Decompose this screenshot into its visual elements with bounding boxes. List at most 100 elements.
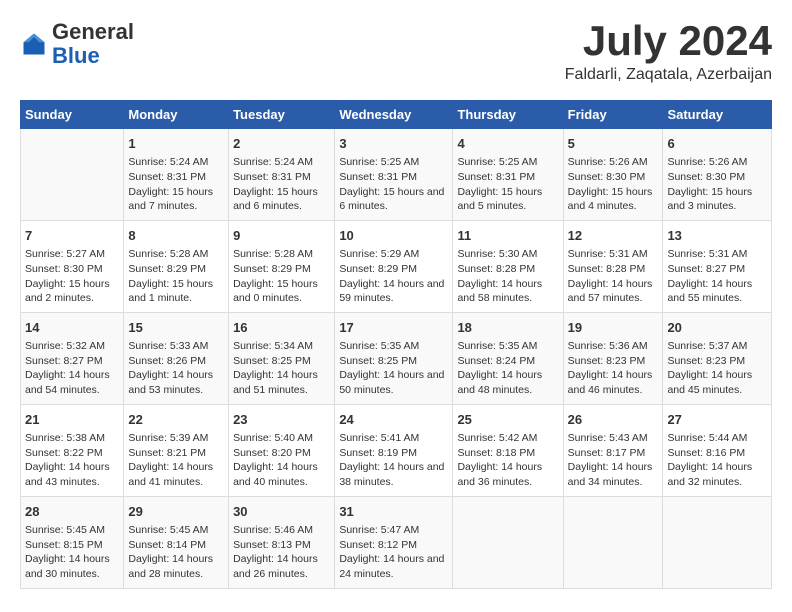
day-cell: 18 Sunrise: 5:35 AMSunset: 8:24 PMDayligh… bbox=[453, 312, 563, 404]
day-cell: 28 Sunrise: 5:45 AMSunset: 8:15 PMDayligh… bbox=[21, 496, 124, 588]
day-info: Sunrise: 5:27 AMSunset: 8:30 PMDaylight:… bbox=[25, 247, 119, 306]
day-number: 16 bbox=[233, 319, 330, 337]
day-cell: 15 Sunrise: 5:33 AMSunset: 8:26 PMDayligh… bbox=[124, 312, 229, 404]
day-cell: 24 Sunrise: 5:41 AMSunset: 8:19 PMDayligh… bbox=[335, 404, 453, 496]
day-number: 12 bbox=[568, 227, 659, 245]
day-info: Sunrise: 5:46 AMSunset: 8:13 PMDaylight:… bbox=[233, 523, 330, 582]
day-cell: 8 Sunrise: 5:28 AMSunset: 8:29 PMDaylight… bbox=[124, 220, 229, 312]
week-row-4: 21Sunrise: 5:38 AMSunset: 8:22 PMDayligh… bbox=[21, 404, 772, 496]
day-number: 30 bbox=[233, 503, 330, 521]
day-number: 6 bbox=[667, 135, 767, 153]
header-cell-wednesday: Wednesday bbox=[335, 101, 453, 129]
day-info: Sunrise: 5:26 AMSunset: 8:30 PMDaylight:… bbox=[568, 155, 659, 214]
header-cell-friday: Friday bbox=[563, 101, 663, 129]
day-cell: 2Sunrise: 5:24 AMSunset: 8:31 PMDaylight… bbox=[229, 129, 335, 221]
day-number: 17 bbox=[339, 319, 448, 337]
week-row-2: 7Sunrise: 5:27 AMSunset: 8:30 PMDaylight… bbox=[21, 220, 772, 312]
day-info: Sunrise: 5:31 AMSunset: 8:28 PMDaylight:… bbox=[568, 247, 659, 306]
day-cell: 25 Sunrise: 5:42 AMSunset: 8:18 PMDayligh… bbox=[453, 404, 563, 496]
page-header: General Blue July 2024 Faldarli, Zaqatal… bbox=[20, 20, 772, 84]
day-info: Sunrise: 5:25 AMSunset: 8:31 PMDaylight:… bbox=[339, 155, 448, 214]
day-cell bbox=[21, 129, 124, 221]
day-number: 13 bbox=[667, 227, 767, 245]
day-info: Sunrise: 5:45 AMSunset: 8:14 PMDaylight:… bbox=[128, 523, 224, 582]
day-cell: 20 Sunrise: 5:37 AMSunset: 8:23 PMDayligh… bbox=[663, 312, 772, 404]
logo: General Blue bbox=[20, 20, 134, 68]
day-info: Sunrise: 5:29 AMSunset: 8:29 PMDaylight:… bbox=[339, 247, 448, 306]
day-number: 9 bbox=[233, 227, 330, 245]
day-number: 28 bbox=[25, 503, 119, 521]
day-number: 22 bbox=[128, 411, 224, 429]
day-cell bbox=[563, 496, 663, 588]
day-info: Sunrise: 5:45 AMSunset: 8:15 PMDaylight:… bbox=[25, 523, 119, 582]
day-info: Sunrise: 5:31 AMSunset: 8:27 PMDaylight:… bbox=[667, 247, 767, 306]
day-cell: 7Sunrise: 5:27 AMSunset: 8:30 PMDaylight… bbox=[21, 220, 124, 312]
day-info: Sunrise: 5:28 AMSunset: 8:29 PMDaylight:… bbox=[233, 247, 330, 306]
day-cell: 6 Sunrise: 5:26 AMSunset: 8:30 PMDaylight… bbox=[663, 129, 772, 221]
day-info: Sunrise: 5:41 AMSunset: 8:19 PMDaylight:… bbox=[339, 431, 448, 490]
day-info: Sunrise: 5:35 AMSunset: 8:24 PMDaylight:… bbox=[457, 339, 558, 398]
day-info: Sunrise: 5:42 AMSunset: 8:18 PMDaylight:… bbox=[457, 431, 558, 490]
day-cell: 22 Sunrise: 5:39 AMSunset: 8:21 PMDayligh… bbox=[124, 404, 229, 496]
day-cell: 14Sunrise: 5:32 AMSunset: 8:27 PMDayligh… bbox=[21, 312, 124, 404]
day-cell: 16 Sunrise: 5:34 AMSunset: 8:25 PMDayligh… bbox=[229, 312, 335, 404]
day-cell bbox=[663, 496, 772, 588]
day-cell: 1 Sunrise: 5:24 AMSunset: 8:31 PMDaylight… bbox=[124, 129, 229, 221]
day-info: Sunrise: 5:34 AMSunset: 8:25 PMDaylight:… bbox=[233, 339, 330, 398]
day-cell: 12 Sunrise: 5:31 AMSunset: 8:28 PMDayligh… bbox=[563, 220, 663, 312]
header-cell-monday: Monday bbox=[124, 101, 229, 129]
day-info: Sunrise: 5:26 AMSunset: 8:30 PMDaylight:… bbox=[667, 155, 767, 214]
day-number: 18 bbox=[457, 319, 558, 337]
day-info: Sunrise: 5:39 AMSunset: 8:21 PMDaylight:… bbox=[128, 431, 224, 490]
day-info: Sunrise: 5:35 AMSunset: 8:25 PMDaylight:… bbox=[339, 339, 448, 398]
day-info: Sunrise: 5:47 AMSunset: 8:12 PMDaylight:… bbox=[339, 523, 448, 582]
day-info: Sunrise: 5:38 AMSunset: 8:22 PMDaylight:… bbox=[25, 431, 119, 490]
day-info: Sunrise: 5:24 AMSunset: 8:31 PMDaylight:… bbox=[128, 155, 224, 214]
day-cell: 29 Sunrise: 5:45 AMSunset: 8:14 PMDayligh… bbox=[124, 496, 229, 588]
day-info: Sunrise: 5:37 AMSunset: 8:23 PMDaylight:… bbox=[667, 339, 767, 398]
day-info: Sunrise: 5:33 AMSunset: 8:26 PMDaylight:… bbox=[128, 339, 224, 398]
day-info: Sunrise: 5:40 AMSunset: 8:20 PMDaylight:… bbox=[233, 431, 330, 490]
day-cell: 30 Sunrise: 5:46 AMSunset: 8:13 PMDayligh… bbox=[229, 496, 335, 588]
day-cell: 3Sunrise: 5:25 AMSunset: 8:31 PMDaylight… bbox=[335, 129, 453, 221]
day-cell: 19Sunrise: 5:36 AMSunset: 8:23 PMDayligh… bbox=[563, 312, 663, 404]
day-cell: 4Sunrise: 5:25 AMSunset: 8:31 PMDaylight… bbox=[453, 129, 563, 221]
day-number: 24 bbox=[339, 411, 448, 429]
day-cell bbox=[453, 496, 563, 588]
day-number: 5 bbox=[568, 135, 659, 153]
week-row-3: 14Sunrise: 5:32 AMSunset: 8:27 PMDayligh… bbox=[21, 312, 772, 404]
logo-general-text: General bbox=[52, 19, 134, 44]
day-info: Sunrise: 5:32 AMSunset: 8:27 PMDaylight:… bbox=[25, 339, 119, 398]
day-number: 8 bbox=[128, 227, 224, 245]
header-cell-sunday: Sunday bbox=[21, 101, 124, 129]
week-row-1: 1 Sunrise: 5:24 AMSunset: 8:31 PMDaylight… bbox=[21, 129, 772, 221]
day-number: 27 bbox=[667, 411, 767, 429]
day-cell: 10Sunrise: 5:29 AMSunset: 8:29 PMDayligh… bbox=[335, 220, 453, 312]
logo-icon bbox=[20, 30, 48, 58]
day-number: 15 bbox=[128, 319, 224, 337]
day-info: Sunrise: 5:30 AMSunset: 8:28 PMDaylight:… bbox=[457, 247, 558, 306]
day-cell: 13 Sunrise: 5:31 AMSunset: 8:27 PMDayligh… bbox=[663, 220, 772, 312]
header-cell-thursday: Thursday bbox=[453, 101, 563, 129]
day-cell: 21Sunrise: 5:38 AMSunset: 8:22 PMDayligh… bbox=[21, 404, 124, 496]
day-number: 11 bbox=[457, 227, 558, 245]
header-cell-saturday: Saturday bbox=[663, 101, 772, 129]
calendar-table: SundayMondayTuesdayWednesdayThursdayFrid… bbox=[20, 100, 772, 589]
day-cell: 26Sunrise: 5:43 AMSunset: 8:17 PMDayligh… bbox=[563, 404, 663, 496]
day-number: 31 bbox=[339, 503, 448, 521]
day-number: 1 bbox=[128, 135, 224, 153]
location-text: Faldarli, Zaqatala, Azerbaijan bbox=[565, 66, 772, 84]
day-info: Sunrise: 5:43 AMSunset: 8:17 PMDaylight:… bbox=[568, 431, 659, 490]
day-number: 29 bbox=[128, 503, 224, 521]
day-number: 23 bbox=[233, 411, 330, 429]
title-block: July 2024 Faldarli, Zaqatala, Azerbaijan bbox=[565, 20, 772, 84]
day-number: 20 bbox=[667, 319, 767, 337]
logo-blue-text: Blue bbox=[52, 43, 100, 68]
day-cell: 27Sunrise: 5:44 AMSunset: 8:16 PMDayligh… bbox=[663, 404, 772, 496]
day-info: Sunrise: 5:25 AMSunset: 8:31 PMDaylight:… bbox=[457, 155, 558, 214]
day-number: 25 bbox=[457, 411, 558, 429]
day-number: 2 bbox=[233, 135, 330, 153]
day-number: 19 bbox=[568, 319, 659, 337]
week-row-5: 28 Sunrise: 5:45 AMSunset: 8:15 PMDayligh… bbox=[21, 496, 772, 588]
day-info: Sunrise: 5:28 AMSunset: 8:29 PMDaylight:… bbox=[128, 247, 224, 306]
